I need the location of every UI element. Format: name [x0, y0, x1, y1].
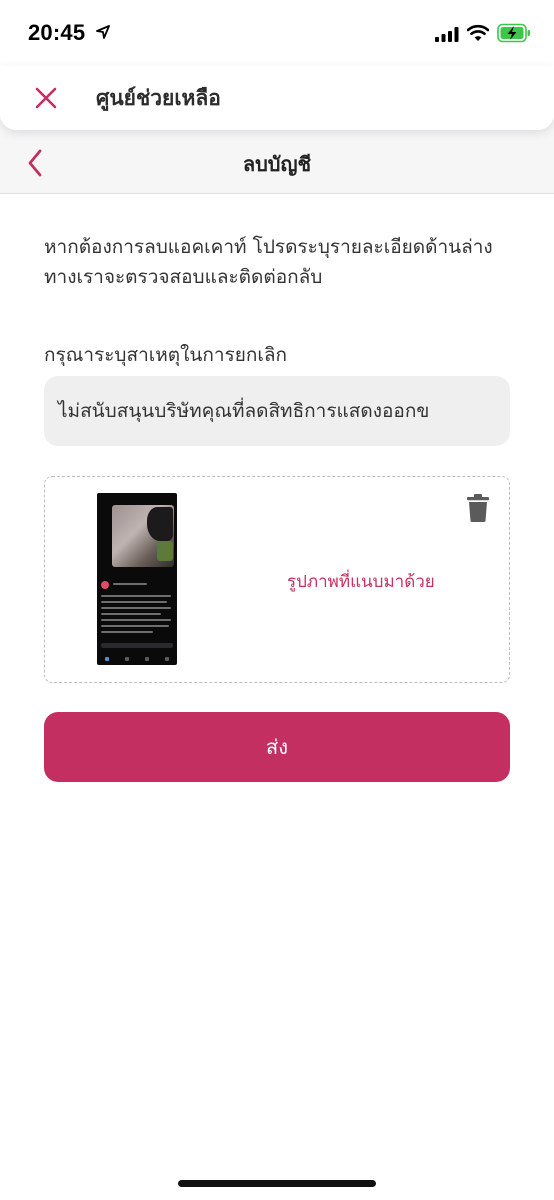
- thumbnail-tab-dot: [105, 657, 109, 661]
- page-title: ลบบัญชี: [242, 152, 312, 176]
- thumbnail-text-line: [113, 583, 147, 585]
- thumbnail-text-line: [101, 607, 171, 609]
- attachment-box[interactable]: รูปภาพที่แนบมาด้วย: [44, 476, 510, 683]
- thumbnail-tab-dot: [145, 657, 149, 661]
- close-button[interactable]: [30, 82, 62, 114]
- thumbnail-text-line: [101, 631, 153, 633]
- intro-text: หากต้องการลบแอคเคาท์ โปรดระบุรายละเอียดด…: [44, 236, 493, 288]
- signal-bars-icon: [435, 27, 459, 42]
- attachment-label: รูปภาพที่แนบมาด้วย: [287, 572, 435, 592]
- delete-attachment-button[interactable]: [465, 493, 491, 523]
- submit-button[interactable]: ส่ง: [44, 712, 510, 782]
- thumbnail-reply-bar: [101, 643, 173, 648]
- thumbnail-text-line: [101, 625, 169, 627]
- status-time: 20:45: [28, 20, 86, 45]
- attachment-thumbnail[interactable]: [97, 493, 177, 665]
- wifi-icon: [467, 24, 489, 41]
- thumbnail-text-line: [101, 619, 171, 621]
- thumbnail-text-line: [101, 595, 171, 597]
- close-icon: [35, 87, 57, 109]
- battery-charging-icon: [497, 23, 530, 43]
- reason-label: กรุณาระบุสาเหตุในการยกเลิก: [44, 344, 288, 366]
- thumbnail-tab-dot: [165, 657, 169, 661]
- thumbnail-avatar: [101, 581, 109, 589]
- location-arrow-icon: [96, 25, 110, 39]
- help-center-header: ศูนย์ช่วยเหลือ: [0, 66, 554, 130]
- reason-input[interactable]: ไม่สนับสนุนบริษัทคุณที่ลดสิทธิการแสดงออก…: [44, 376, 510, 446]
- help-center-title: ศูนย์ช่วยเหลือ: [96, 86, 221, 110]
- thumbnail-tab-bar: [97, 653, 177, 665]
- thumbnail-photo-plant: [157, 541, 173, 561]
- thumbnail-text-line: [101, 601, 167, 603]
- trash-icon: [467, 494, 489, 522]
- home-indicator[interactable]: [178, 1180, 376, 1187]
- thumbnail-text-line: [101, 613, 161, 615]
- thumbnail-photo-shadow: [147, 507, 173, 541]
- status-bar: 20:45: [0, 0, 554, 68]
- thumbnail-tab-dot: [125, 657, 129, 661]
